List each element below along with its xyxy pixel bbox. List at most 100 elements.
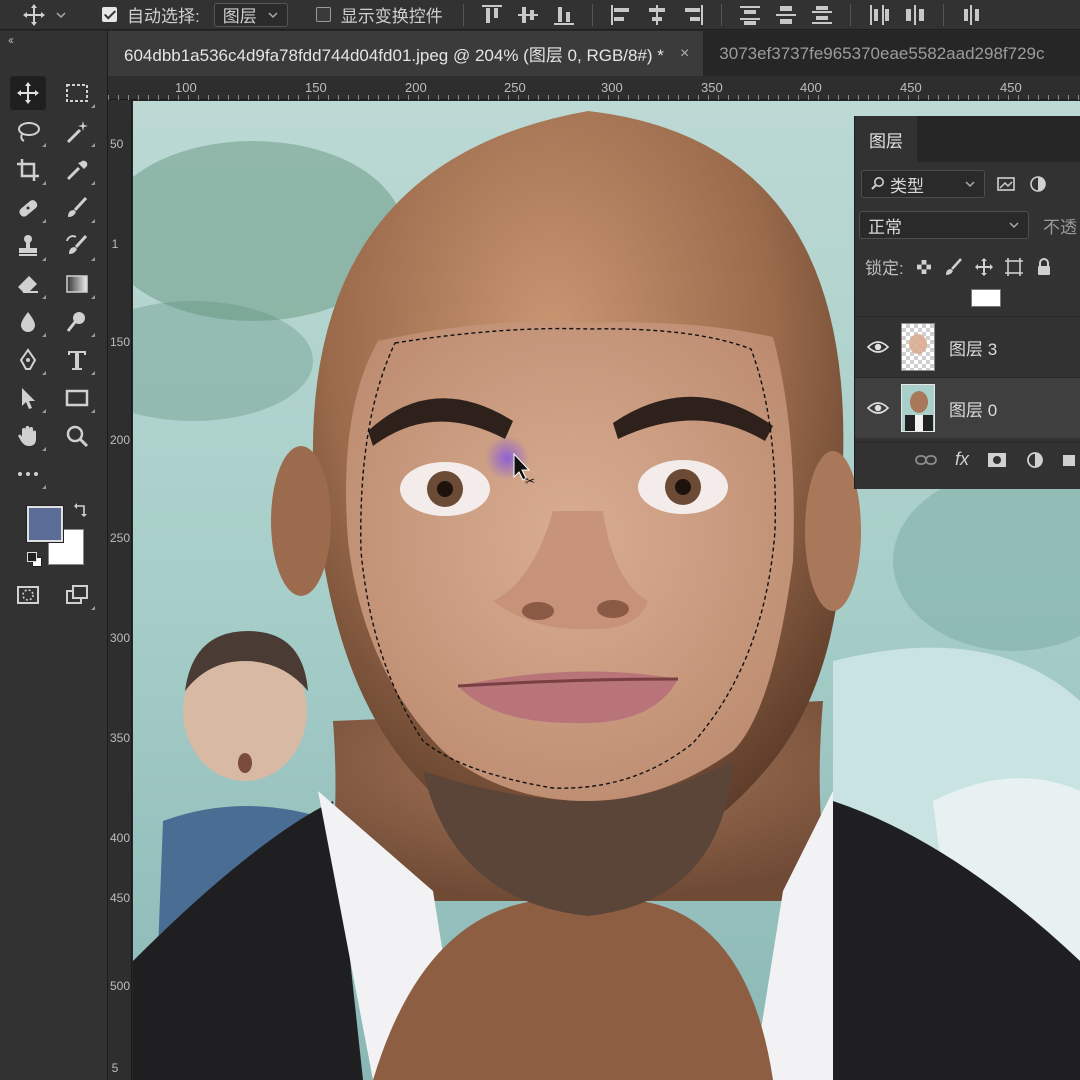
drop-icon xyxy=(21,312,35,332)
ruler-label: 450 xyxy=(110,891,131,905)
type-tool[interactable] xyxy=(59,343,95,377)
ruler-label: 5 xyxy=(111,1061,119,1075)
layer-thumbnail xyxy=(901,323,935,371)
lock-transparency-icon[interactable] xyxy=(914,257,934,277)
tab-active-document[interactable]: 604dbb1a536c4d9fa78fdd744d04fd01.jpeg @ … xyxy=(108,31,704,76)
marquee-tool[interactable] xyxy=(59,76,95,110)
ellipsis-icon xyxy=(18,472,38,476)
collapse-toolbar-icon[interactable]: ‹‹ xyxy=(8,33,14,47)
ruler-label: 300 xyxy=(601,80,623,95)
ruler-label: 250 xyxy=(504,80,526,95)
ruler-label: 450 xyxy=(900,80,922,95)
distribute-right-icon[interactable] xyxy=(962,4,982,25)
quick-mask-tool[interactable] xyxy=(10,578,46,612)
foreground-color-swatch[interactable] xyxy=(26,505,64,543)
crop-tool[interactable] xyxy=(10,153,46,187)
ruler-label: 250 xyxy=(110,531,131,545)
layer-name[interactable]: 图层 0 xyxy=(949,396,997,421)
pen-icon xyxy=(19,348,37,370)
layer-filter-value: 类型 xyxy=(890,176,924,196)
distribute-bottom-icon[interactable] xyxy=(811,5,832,25)
path-select-tool[interactable] xyxy=(10,381,46,415)
zoom-tool[interactable] xyxy=(59,419,95,453)
lasso-tool[interactable] xyxy=(10,115,46,149)
move-icon xyxy=(17,82,39,104)
align-left-icon[interactable] xyxy=(610,4,631,25)
add-mask-icon[interactable] xyxy=(987,451,1007,469)
move-icon xyxy=(23,3,45,26)
divider xyxy=(849,3,851,26)
layers-panel: 图层 类型 正常 不透 锁定: 图层 3 图层 0 fx xyxy=(854,116,1080,489)
chevron-down-icon xyxy=(268,11,278,18)
default-colors-icon[interactable] xyxy=(27,552,43,568)
lock-pixels-icon[interactable] xyxy=(944,257,964,277)
visibility-eye-icon[interactable] xyxy=(855,340,901,354)
zoom-icon xyxy=(66,425,89,448)
move-tool-preset[interactable] xyxy=(0,0,90,30)
filter-adjustment-icon[interactable] xyxy=(1027,173,1049,195)
align-top-icon[interactable] xyxy=(481,4,502,25)
lock-all-icon[interactable] xyxy=(1034,257,1054,277)
distribute-hcenter-icon[interactable] xyxy=(905,4,925,25)
swap-colors-icon[interactable] xyxy=(73,502,89,518)
lock-artboard-icon[interactable] xyxy=(1004,257,1024,277)
ruler-label: 400 xyxy=(800,80,822,95)
distribute-top-icon[interactable] xyxy=(739,5,760,25)
opacity-label: 不透 xyxy=(1043,217,1077,237)
tab-label: 604dbb1a536c4d9fa78fdd744d04fd01.jpeg @ … xyxy=(124,46,664,65)
show-transform-checkbox[interactable] xyxy=(315,7,331,22)
ruler-label: 50 xyxy=(110,137,124,151)
layer-name[interactable]: 图层 3 xyxy=(949,335,997,360)
move-tool[interactable] xyxy=(10,76,46,110)
layer-filter-dropdown[interactable]: 类型 xyxy=(861,170,985,198)
close-icon[interactable]: × xyxy=(680,45,689,63)
link-layers-icon[interactable] xyxy=(915,453,937,467)
ruler-label: 150 xyxy=(110,335,131,349)
screen-mode-tool[interactable] xyxy=(59,578,95,612)
lock-position-icon[interactable] xyxy=(974,257,994,277)
auto-select-checkbox[interactable] xyxy=(102,7,117,22)
history-brush-tool[interactable] xyxy=(59,229,95,263)
stamp-tool[interactable] xyxy=(10,229,46,263)
magic-wand-icon xyxy=(66,121,88,144)
distribute-vcenter-icon[interactable] xyxy=(775,5,796,25)
auto-select-target-dropdown[interactable]: 图层 xyxy=(213,2,288,27)
brush-icon xyxy=(68,196,88,217)
layer-row-0[interactable]: 图层 0 xyxy=(855,377,1080,438)
brush-tool[interactable] xyxy=(59,191,95,225)
eyedropper-tool[interactable] xyxy=(59,153,95,187)
screen-mode-icon xyxy=(66,585,88,604)
new-adjustment-icon[interactable] xyxy=(1025,450,1045,470)
auto-select-option[interactable]: 自动选择: xyxy=(102,0,200,30)
scrolled-layer-row xyxy=(855,286,1080,312)
tab-second-document[interactable]: 3073ef3737fe965370eae5582aad298f729c xyxy=(703,31,1058,76)
magic-wand-tool[interactable] xyxy=(59,115,95,149)
hand-icon xyxy=(18,426,36,446)
vertical-ruler: 50 1 150 200 250 300 350 400 450 500 5 xyxy=(108,100,132,1080)
new-group-icon[interactable] xyxy=(1063,450,1076,470)
align-vcenter-icon[interactable] xyxy=(517,5,538,25)
align-right-icon[interactable] xyxy=(683,4,703,25)
align-bottom-icon[interactable] xyxy=(553,5,574,25)
shape-tool[interactable] xyxy=(59,381,95,415)
ruler-label: 350 xyxy=(701,80,723,95)
eraser-tool[interactable] xyxy=(10,267,46,301)
tab-layers[interactable]: 图层 xyxy=(855,116,917,162)
filter-pixel-icon[interactable] xyxy=(995,173,1017,195)
layer-style-fx-button[interactable]: fx xyxy=(955,449,969,470)
dodge-tool[interactable] xyxy=(59,305,95,339)
eyedropper-icon xyxy=(66,160,88,181)
blend-mode-dropdown[interactable]: 正常 xyxy=(859,211,1029,239)
gradient-tool[interactable] xyxy=(59,267,95,301)
layer-row-3[interactable]: 图层 3 xyxy=(855,316,1080,377)
pen-tool[interactable] xyxy=(10,343,46,377)
layer-thumbnail xyxy=(901,384,935,432)
more-tools[interactable] xyxy=(10,457,46,491)
align-hcenter-icon[interactable] xyxy=(647,4,667,25)
healing-brush-tool[interactable] xyxy=(10,191,46,225)
visibility-eye-icon[interactable] xyxy=(855,401,901,415)
blur-tool[interactable] xyxy=(10,305,46,339)
hand-tool[interactable] xyxy=(10,419,46,453)
show-transform-option[interactable]: 显示变换控件 xyxy=(315,0,443,30)
distribute-left-icon[interactable] xyxy=(869,4,889,25)
